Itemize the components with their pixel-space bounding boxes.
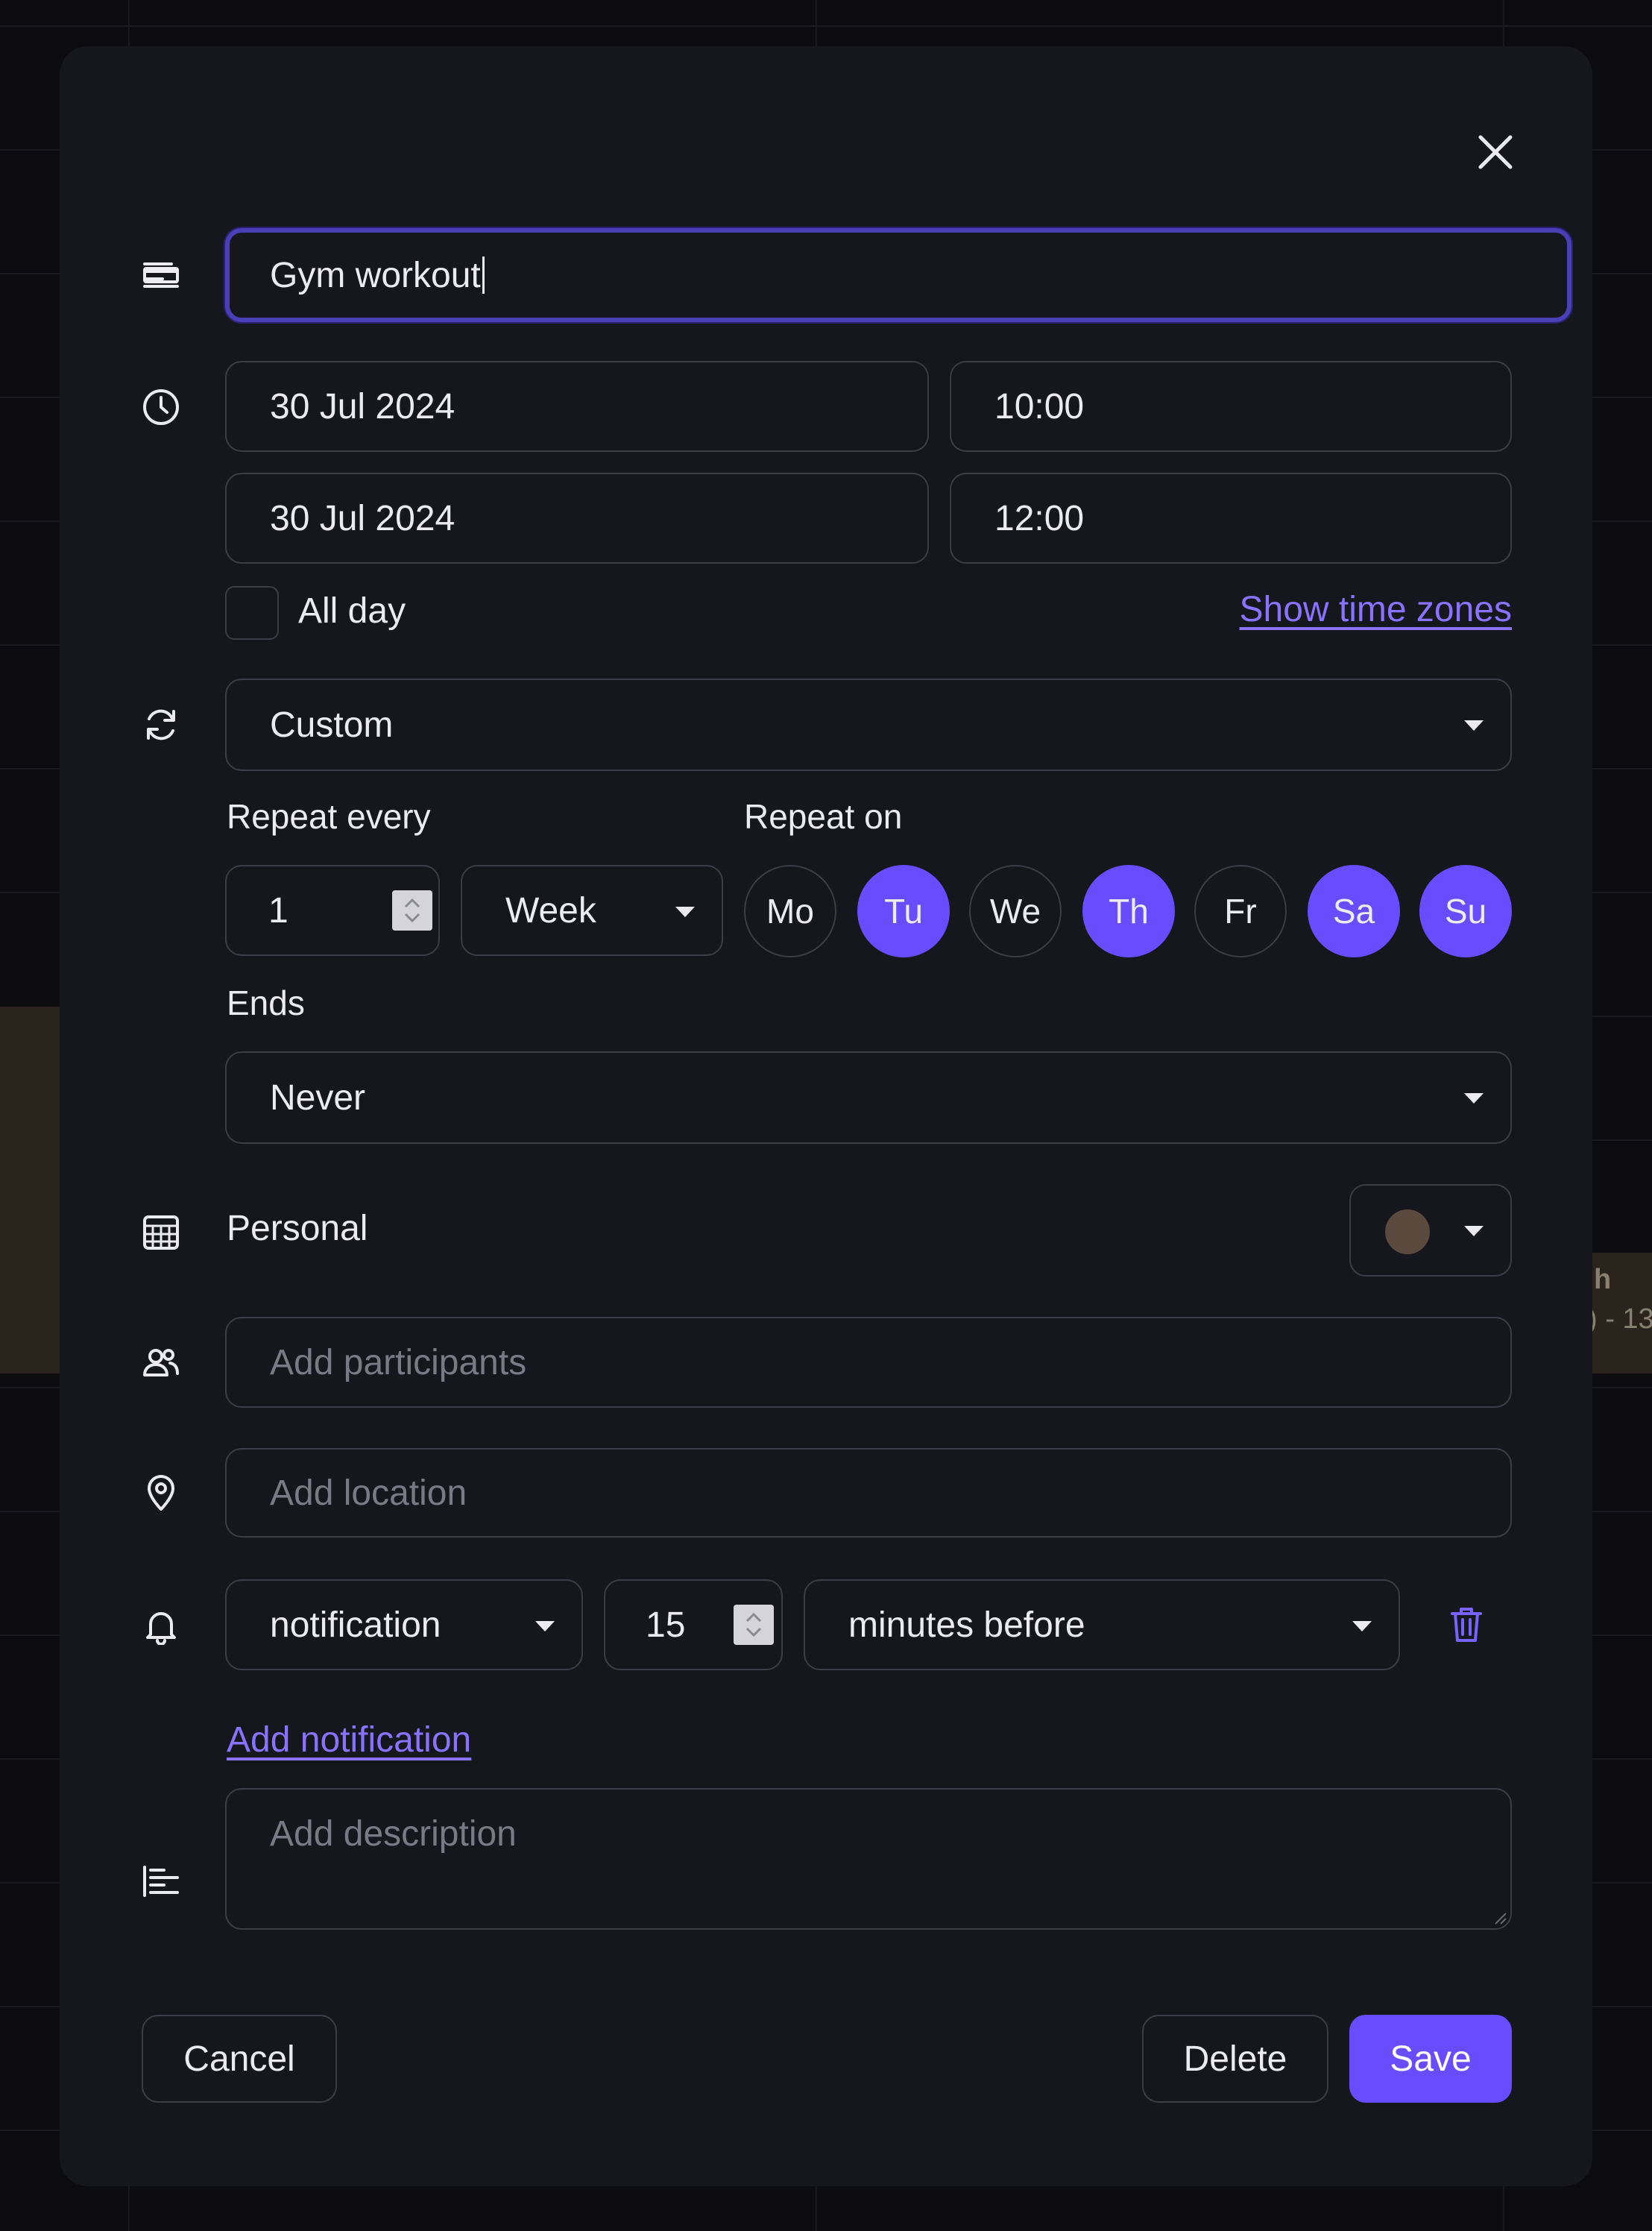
day-toggle-th[interactable]: Th [1082, 865, 1175, 957]
background-event-block [0, 1007, 60, 1373]
close-icon[interactable] [1473, 130, 1518, 174]
number-stepper-icon[interactable] [392, 890, 432, 931]
trash-icon[interactable] [1446, 1605, 1487, 1645]
description-placeholder: Add description [270, 1814, 517, 1854]
calendar-icon [143, 1215, 179, 1250]
repeat-icon [147, 709, 175, 740]
text-lines-icon [143, 262, 179, 288]
notification-unit-value: minutes before [848, 1605, 1085, 1645]
notification-amount-input[interactable]: 15 [604, 1579, 783, 1670]
end-time-field[interactable]: 12:00 [950, 473, 1512, 564]
align-left-icon [143, 1866, 179, 1897]
text-caret [482, 257, 485, 294]
repeat-on-label: Repeat on [744, 797, 903, 836]
calendar-color-select[interactable] [1349, 1184, 1512, 1277]
event-title-input[interactable]: Gym workout [225, 228, 1571, 322]
repeat-count-input[interactable]: 1 [225, 865, 440, 956]
notification-type-select[interactable]: notification [225, 1579, 583, 1670]
resize-handle-icon[interactable] [1489, 1907, 1507, 1925]
event-edit-dialog: Gym workout 30 Jul 2024 10:00 30 Jul 202… [60, 46, 1592, 2186]
all-day-label: All day [298, 591, 406, 631]
day-toggle-sa[interactable]: Sa [1308, 865, 1400, 957]
chevron-down-icon [1352, 1621, 1372, 1631]
people-icon [143, 1349, 179, 1376]
end-date-field[interactable]: 30 Jul 2024 [225, 473, 929, 564]
show-time-zones-link[interactable]: Show time zones [1239, 589, 1512, 630]
repeat-unit-value: Week [505, 890, 596, 931]
recurrence-select[interactable]: Custom [225, 679, 1512, 771]
location-input[interactable]: Add location [225, 1448, 1512, 1538]
day-toggle-fr[interactable]: Fr [1194, 865, 1287, 957]
cancel-button[interactable]: Cancel [142, 2015, 337, 2103]
background-event-time: ) - 13 [1588, 1303, 1652, 1335]
recurrence-value: Custom [270, 705, 394, 745]
day-toggle-mo[interactable]: Mo [744, 865, 836, 957]
chevron-down-icon [675, 907, 695, 917]
all-day-checkbox[interactable] [225, 586, 279, 640]
event-title-value: Gym workout [270, 255, 481, 295]
notification-type-value: notification [270, 1605, 441, 1645]
calendar-color-swatch [1385, 1209, 1430, 1254]
background-event-title: h [1594, 1264, 1612, 1295]
save-button[interactable]: Save [1349, 2015, 1512, 2103]
chevron-down-icon [535, 1621, 555, 1631]
clock-icon [143, 389, 179, 425]
start-time-field[interactable]: 10:00 [950, 361, 1512, 452]
notification-amount-value: 15 [646, 1605, 686, 1645]
day-toggle-we[interactable]: We [969, 865, 1062, 957]
notification-unit-select[interactable]: minutes before [804, 1579, 1400, 1670]
ends-select[interactable]: Never [225, 1051, 1512, 1144]
repeat-every-label: Repeat every [227, 797, 431, 836]
delete-button[interactable]: Delete [1142, 2015, 1328, 2103]
chevron-down-icon [1464, 1226, 1484, 1236]
number-stepper-icon[interactable] [734, 1605, 774, 1645]
add-notification-link[interactable]: Add notification [227, 1719, 471, 1760]
description-textarea[interactable]: Add description [225, 1788, 1512, 1930]
start-date-field[interactable]: 30 Jul 2024 [225, 361, 929, 452]
chevron-down-icon [1464, 1093, 1484, 1104]
day-toggle-tu[interactable]: Tu [857, 865, 950, 957]
ends-value: Never [270, 1077, 366, 1118]
location-pin-icon [148, 1475, 174, 1511]
bell-icon [146, 1612, 176, 1645]
calendar-name: Personal [227, 1209, 368, 1248]
chevron-down-icon [1464, 720, 1484, 731]
participants-input[interactable]: Add participants [225, 1317, 1512, 1408]
ends-label: Ends [227, 984, 305, 1022]
day-toggle-su[interactable]: Su [1419, 865, 1512, 957]
repeat-unit-select[interactable]: Week [461, 865, 723, 956]
repeat-count-value: 1 [268, 890, 289, 931]
